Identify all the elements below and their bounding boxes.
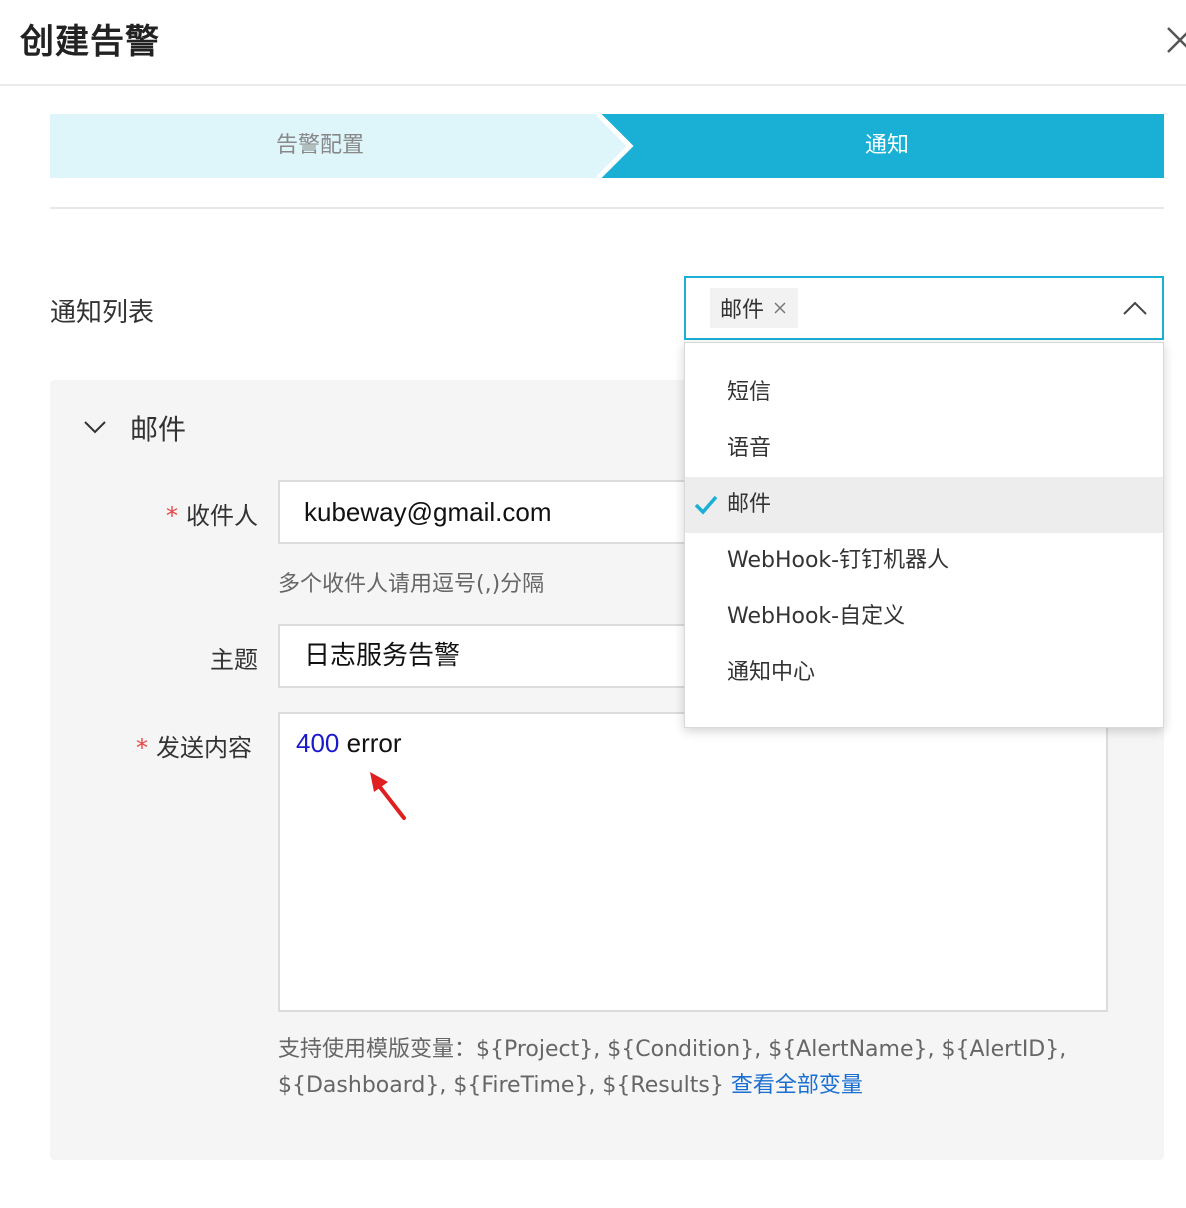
- dialog-title: 创建告警: [20, 22, 160, 62]
- recipient-hint: 多个收件人请用逗号(,)分隔: [278, 572, 545, 597]
- selected-tag-email: 邮件: [710, 288, 799, 328]
- required-mark: *: [166, 502, 178, 530]
- option-sms[interactable]: 短信: [685, 365, 1163, 421]
- notify-list-select[interactable]: 邮件: [684, 276, 1164, 340]
- template-variables-hint: 支持使用模版变量：${Project}, ${Condition}, ${Ale…: [278, 1032, 1138, 1104]
- header-divider: [0, 84, 1186, 86]
- create-alert-dialog: 创建告警 告警配置 通知 通知列表 邮件 邮件 * 收件人 kubeway@gm…: [0, 0, 1186, 1208]
- view-all-variables-link[interactable]: 查看全部变量: [731, 1073, 863, 1098]
- chevron-up-icon[interactable]: [1122, 298, 1148, 318]
- close-icon[interactable]: [1160, 20, 1186, 60]
- variables-line-2: ${Dashboard}, ${FireTime}, ${Results} 查看…: [278, 1073, 863, 1098]
- tag-label: 邮件: [720, 298, 765, 323]
- panel-title: 邮件: [130, 413, 187, 446]
- step-alert-config[interactable]: 告警配置: [50, 114, 590, 178]
- steps-bar: 告警配置 通知: [50, 114, 1164, 178]
- option-notification-center[interactable]: 通知中心: [685, 645, 1163, 701]
- option-webhook-dingtalk[interactable]: WebHook-钉钉机器人: [685, 533, 1163, 589]
- notify-options-dropdown: 短信 语音 邮件 WebHook-钉钉机器人 WebHook-自定义 通知中心: [684, 342, 1164, 728]
- content-label: * 发送内容: [136, 734, 252, 762]
- option-email-label: 邮件: [727, 492, 772, 517]
- recipient-label: * 收件人: [166, 502, 258, 530]
- content-number: 400: [296, 728, 340, 758]
- notify-list-label: 通知列表: [50, 298, 155, 328]
- step-notify[interactable]: 通知: [610, 114, 1164, 178]
- required-mark: *: [136, 734, 148, 762]
- check-icon: [694, 495, 718, 515]
- option-voice[interactable]: 语音: [685, 421, 1163, 477]
- annotation-arrow-icon: [370, 772, 406, 820]
- variables-line-1: 支持使用模版变量：${Project}, ${Condition}, ${Ale…: [278, 1037, 1067, 1062]
- option-webhook-custom[interactable]: WebHook-自定义: [685, 589, 1163, 645]
- option-email[interactable]: 邮件: [685, 477, 1163, 533]
- content-textarea[interactable]: 400 error: [278, 712, 1108, 1012]
- steps-divider: [50, 207, 1164, 209]
- subject-label: 主题: [210, 646, 258, 674]
- tag-remove-icon[interactable]: [772, 300, 788, 316]
- chevron-down-icon[interactable]: [82, 414, 108, 440]
- content-text: error: [339, 728, 402, 758]
